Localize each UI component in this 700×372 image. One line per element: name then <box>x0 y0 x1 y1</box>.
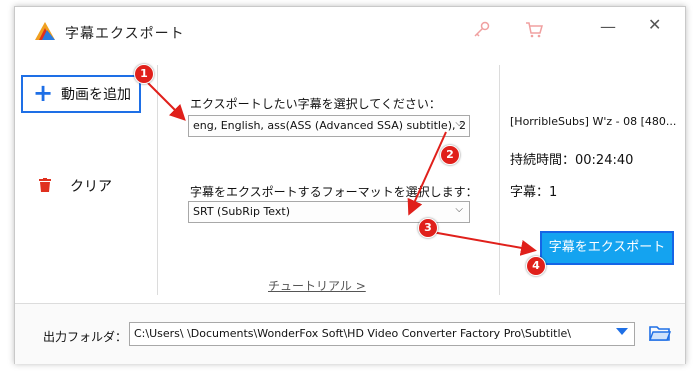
subtitle-count: 字幕：1 <box>510 185 558 200</box>
add-video-label: 動画を追加 <box>61 87 131 103</box>
sidebar: + 動画を追加 クリア <box>15 65 158 295</box>
dropdown-arrow-icon[interactable] <box>616 328 628 335</box>
step-badge-2: 2 <box>440 145 460 165</box>
subtitle-track-select[interactable]: eng, English, ass(ASS (Advanced SSA) sub… <box>188 115 470 137</box>
format-select-prompt: 字幕をエクスポートするフォーマットを選択します： <box>190 185 478 199</box>
step-badge-1: 1 <box>134 64 154 84</box>
output-folder-label: 出力フォルダ： <box>43 330 128 344</box>
subtitle-export-window: 字幕エクスポート — ✕ + 動画を追加 クリア エクスポートしたい字幕を選択し… <box>14 6 686 364</box>
subtitle-track-value: eng, English, ass(ASS (Advanced SSA) sub… <box>193 119 466 132</box>
minimize-button[interactable]: — <box>600 17 616 36</box>
duration-text: 持続時間：00:24:40 <box>510 153 634 168</box>
title-bar: 字幕エクスポート — ✕ <box>15 7 685 51</box>
trash-icon[interactable] <box>39 178 51 192</box>
step-badge-3: 3 <box>418 218 438 238</box>
output-folder-path: C:\Users\ \Documents\WonderFox Soft\HD V… <box>134 327 571 340</box>
file-name: [HorribleSubs] W'z - 08 [480... <box>510 115 677 128</box>
add-video-button[interactable]: + 動画を追加 <box>21 75 141 113</box>
cart-icon[interactable] <box>525 21 543 39</box>
window-title: 字幕エクスポート <box>65 26 185 42</box>
folder-icon[interactable] <box>649 324 671 342</box>
chevron-down-icon: ⌵ <box>455 204 463 215</box>
export-options-panel: エクスポートしたい字幕を選択してください： eng, English, ass(… <box>158 65 498 295</box>
output-folder-input[interactable]: C:\Users\ \Documents\WonderFox Soft\HD V… <box>129 322 635 346</box>
clear-button[interactable]: クリア <box>70 176 112 196</box>
output-folder-bar: 出力フォルダ： C:\Users\ \Documents\WonderFox S… <box>15 303 685 364</box>
app-logo-icon <box>35 22 55 40</box>
export-subtitle-button[interactable]: 字幕をエクスポート <box>540 231 674 265</box>
close-button[interactable]: ✕ <box>648 15 661 34</box>
format-value: SRT (SubRip Text) <box>193 205 290 218</box>
tutorial-link[interactable]: チュートリアル > <box>268 277 366 294</box>
chevron-down-icon: ⌵ <box>455 118 463 129</box>
plus-icon: + <box>33 79 54 107</box>
subtitle-select-prompt: エクスポートしたい字幕を選択してください： <box>190 97 441 111</box>
step-badge-4: 4 <box>526 256 546 276</box>
key-icon[interactable] <box>473 21 491 39</box>
